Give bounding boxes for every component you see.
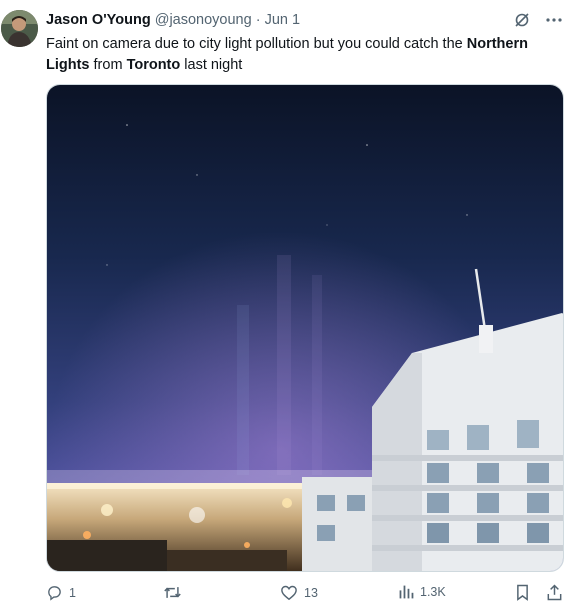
like-button[interactable]: 13 [280,584,318,601]
reply-icon [46,584,63,601]
tweet-header: Jason O'Young @jasonoyoung · Jun 1 [46,12,300,32]
tweet: Jason O'Young @jasonoyoung · Jun 1 Faint… [0,0,571,614]
share-icon [546,584,563,601]
reply-count: 1 [69,585,76,600]
views-icon [398,584,414,600]
text-part-3: from [89,57,127,73]
more-icon[interactable] [545,11,563,29]
author-handle[interactable]: @jasonoyoung [155,12,252,28]
text-highlight-toronto: Toronto [126,57,181,73]
tweet-photo[interactable] [46,84,564,572]
tweet-text: Faint on camera due to city light pollut… [46,34,561,76]
retweet-icon [163,584,182,601]
action-bar: 1 13 1.3K [46,584,566,606]
tweet-date[interactable]: Jun 1 [265,12,300,28]
top-icons [513,11,563,29]
bookmark-icon [515,584,530,601]
separator: · [255,12,261,28]
views-button[interactable]: 1.3K [398,584,446,600]
text-part-1: Faint on camera due to city light pollut… [46,36,467,52]
grok-icon[interactable] [513,11,531,29]
bookmark-button[interactable] [515,584,530,601]
like-count: 13 [304,585,318,600]
author-name[interactable]: Jason O'Young [46,12,151,28]
share-button[interactable] [546,584,563,601]
heart-icon [280,584,298,601]
reply-button[interactable]: 1 [46,584,76,601]
views-count: 1.3K [420,585,446,599]
retweet-button[interactable] [163,584,182,601]
text-part-5: last night [180,57,243,73]
avatar[interactable] [1,10,38,47]
